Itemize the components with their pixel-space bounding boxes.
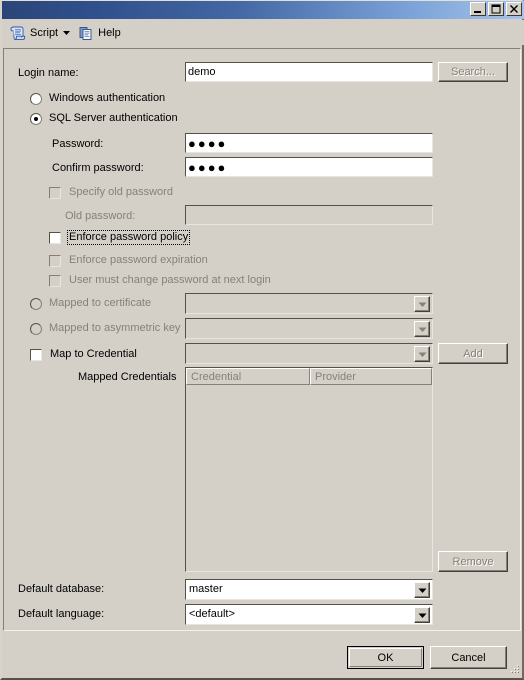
column-header-credential[interactable]: Credential xyxy=(186,368,310,385)
confirm-password-masked-value: ●●●● xyxy=(188,160,228,175)
default-database-value: master xyxy=(189,583,223,595)
checkbox-indicator xyxy=(49,274,61,287)
checkbox-map-to-credential-label: Map to Credential xyxy=(50,348,137,360)
asymmetric-key-combobox[interactable] xyxy=(185,318,433,339)
credential-combobox[interactable] xyxy=(185,343,433,364)
cancel-button-label: Cancel xyxy=(451,651,486,664)
ok-button-label: OK xyxy=(377,651,394,664)
mapped-credentials-listview[interactable]: Credential Provider xyxy=(185,367,433,572)
default-database-combobox[interactable]: master xyxy=(185,579,433,600)
titlebar xyxy=(2,1,524,19)
column-header-provider[interactable]: Provider xyxy=(310,368,432,385)
radio-indicator xyxy=(30,112,42,125)
chevron-down-icon xyxy=(418,352,427,357)
checkbox-specify-old-password[interactable]: Specify old password xyxy=(49,185,175,200)
minimize-button[interactable] xyxy=(470,2,486,16)
checkbox-user-must-change-password-label: User must change password at next login xyxy=(69,274,271,286)
checkbox-indicator xyxy=(30,348,42,361)
checkbox-indicator xyxy=(49,231,61,244)
content-panel: Login name: demo Search... Windows authe… xyxy=(3,48,521,631)
password-input[interactable]: ●●●● xyxy=(185,133,433,153)
remove-credential-button[interactable]: Remove xyxy=(438,551,508,572)
close-icon xyxy=(510,5,518,13)
chevron-down-icon xyxy=(418,327,427,332)
mapped-credentials-label: Mapped Credentials xyxy=(78,371,177,383)
titlebar-buttons xyxy=(470,2,522,16)
default-database-label: Default database: xyxy=(18,583,105,595)
checkbox-indicator xyxy=(49,186,61,199)
password-label: Password: xyxy=(52,138,104,150)
radio-indicator xyxy=(30,297,42,310)
minimize-icon xyxy=(474,11,481,13)
confirm-password-label: Confirm password: xyxy=(52,162,144,174)
certificate-combobox-arrow[interactable] xyxy=(414,296,430,312)
help-button[interactable]: Help xyxy=(75,22,124,43)
certificate-combobox[interactable] xyxy=(185,293,433,314)
radio-dot xyxy=(34,116,38,121)
old-password-label: Old password: xyxy=(65,210,136,222)
default-language-combobox[interactable]: <default> xyxy=(185,604,433,625)
credential-combobox-arrow[interactable] xyxy=(414,346,430,362)
chevron-down-icon xyxy=(418,613,427,618)
asymmetric-key-combobox-arrow[interactable] xyxy=(414,321,430,337)
login-name-label: Login name: xyxy=(18,67,79,79)
radio-mapped-to-asymmetric-key-label: Mapped to asymmetric key xyxy=(49,322,181,334)
checkbox-user-must-change-password[interactable]: User must change password at next login xyxy=(49,273,273,288)
password-masked-value: ●●●● xyxy=(188,136,228,151)
script-scroll-icon xyxy=(10,26,26,40)
radio-sql-server-authentication[interactable]: SQL Server authentication xyxy=(30,112,178,125)
script-label: Script xyxy=(30,26,59,39)
radio-windows-authentication[interactable]: Windows authentication xyxy=(30,92,165,105)
radio-windows-authentication-label: Windows authentication xyxy=(49,92,166,104)
add-credential-button[interactable]: Add xyxy=(438,343,508,364)
checkbox-enforce-password-policy-label: Enforce password policy xyxy=(67,230,191,245)
ok-button[interactable]: OK xyxy=(347,646,424,669)
toolbar: Script Help xyxy=(2,20,524,45)
script-button[interactable]: Script xyxy=(7,22,75,43)
chevron-down-icon xyxy=(418,302,427,307)
login-name-input[interactable]: demo xyxy=(185,62,433,82)
checkbox-enforce-password-expiration-label: Enforce password expiration xyxy=(69,254,208,266)
checkbox-enforce-password-policy[interactable]: Enforce password policy xyxy=(49,230,191,245)
add-credential-button-label: Add xyxy=(463,347,483,360)
checkbox-specify-old-password-label: Specify old password xyxy=(69,186,173,198)
help-pages-icon xyxy=(79,26,92,40)
old-password-input[interactable] xyxy=(185,205,433,225)
default-database-combobox-arrow[interactable] xyxy=(414,582,430,598)
mapped-credentials-body xyxy=(186,385,432,571)
search-button-label: Search... xyxy=(450,66,496,78)
login-properties-window: Script Help Login name: demo Search... W… xyxy=(0,0,524,680)
default-language-label: Default language: xyxy=(18,608,105,620)
radio-indicator xyxy=(30,92,42,105)
radio-mapped-to-certificate[interactable]: Mapped to certificate xyxy=(30,297,151,310)
checkbox-enforce-password-expiration[interactable]: Enforce password expiration xyxy=(49,253,210,268)
confirm-password-input[interactable]: ●●●● xyxy=(185,157,433,177)
radio-indicator xyxy=(30,322,42,335)
mapped-credentials-header: Credential Provider xyxy=(186,368,432,385)
checkbox-indicator xyxy=(49,254,61,267)
default-language-combobox-arrow[interactable] xyxy=(414,607,430,623)
resize-grip-icon[interactable] xyxy=(507,663,520,676)
maximize-button[interactable] xyxy=(488,2,504,16)
ok-button-inner: OK xyxy=(349,648,422,667)
cancel-button[interactable]: Cancel xyxy=(430,646,507,669)
remove-credential-button-label: Remove xyxy=(452,555,494,568)
close-button[interactable] xyxy=(506,2,522,16)
default-language-value: <default> xyxy=(189,608,235,620)
maximize-icon xyxy=(491,4,501,14)
chevron-down-icon xyxy=(418,588,427,593)
chevron-down-icon[interactable] xyxy=(63,30,71,35)
checkbox-map-to-credential[interactable]: Map to Credential xyxy=(30,347,139,362)
help-label: Help xyxy=(98,26,121,39)
search-button[interactable]: Search... xyxy=(438,62,508,82)
radio-mapped-to-asymmetric-key[interactable]: Mapped to asymmetric key xyxy=(30,322,180,335)
radio-mapped-to-certificate-label: Mapped to certificate xyxy=(49,297,152,309)
radio-sql-server-authentication-label: SQL Server authentication xyxy=(49,112,178,124)
